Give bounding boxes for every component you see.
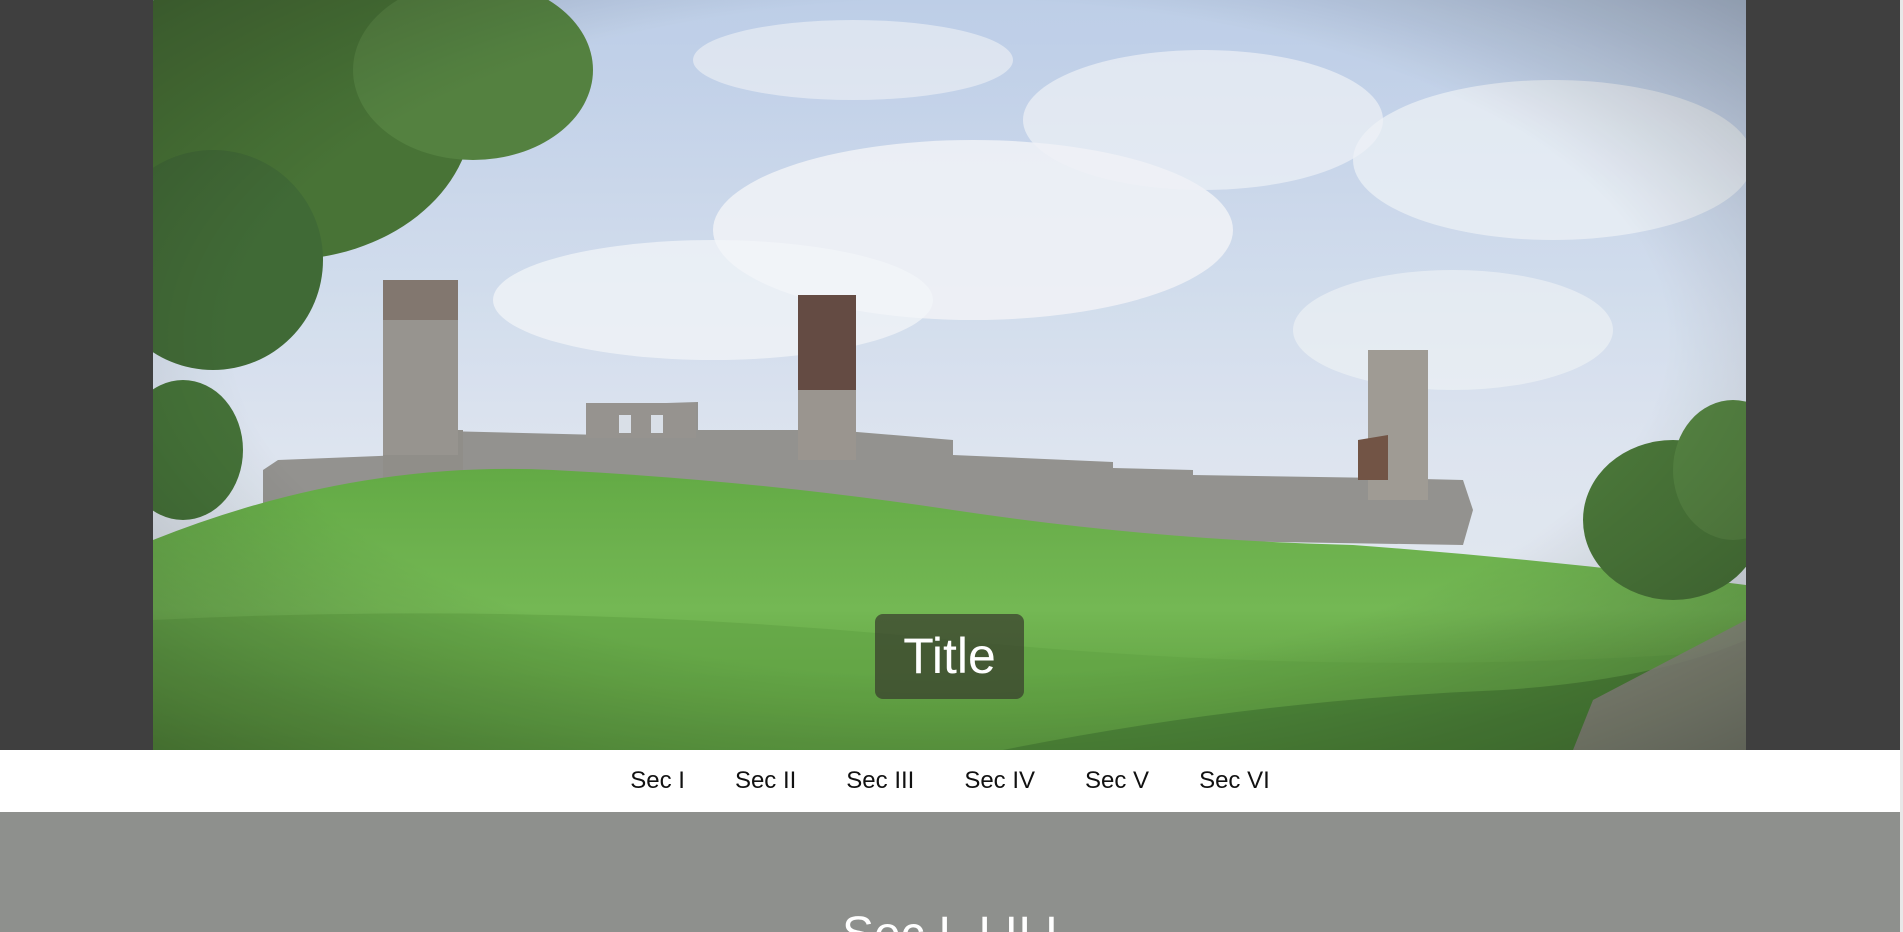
nav-item-sec-2[interactable]: Sec II [735,767,796,795]
page: Title Sec I Sec II Sec III Sec IV Sec V … [0,0,1903,932]
hero-banner: Title [0,0,1900,750]
hero-title: Title [875,614,1024,699]
nav-list: Sec I Sec II Sec III Sec IV Sec V Sec VI [0,750,1900,812]
nav-item-sec-1[interactable]: Sec I [630,767,685,795]
nav-item-sec-6[interactable]: Sec VI [1199,767,1270,795]
nav-item-sec-3[interactable]: Sec III [846,767,914,795]
nav-item-sec-5[interactable]: Sec V [1085,767,1149,795]
nav-item-sec-4[interactable]: Sec IV [964,767,1035,795]
section-nav: Sec I Sec II Sec III Sec IV Sec V Sec VI [0,750,1900,812]
section-title: Sec I. I II I [0,907,1900,932]
content-section: Sec I. I II I [0,812,1900,932]
